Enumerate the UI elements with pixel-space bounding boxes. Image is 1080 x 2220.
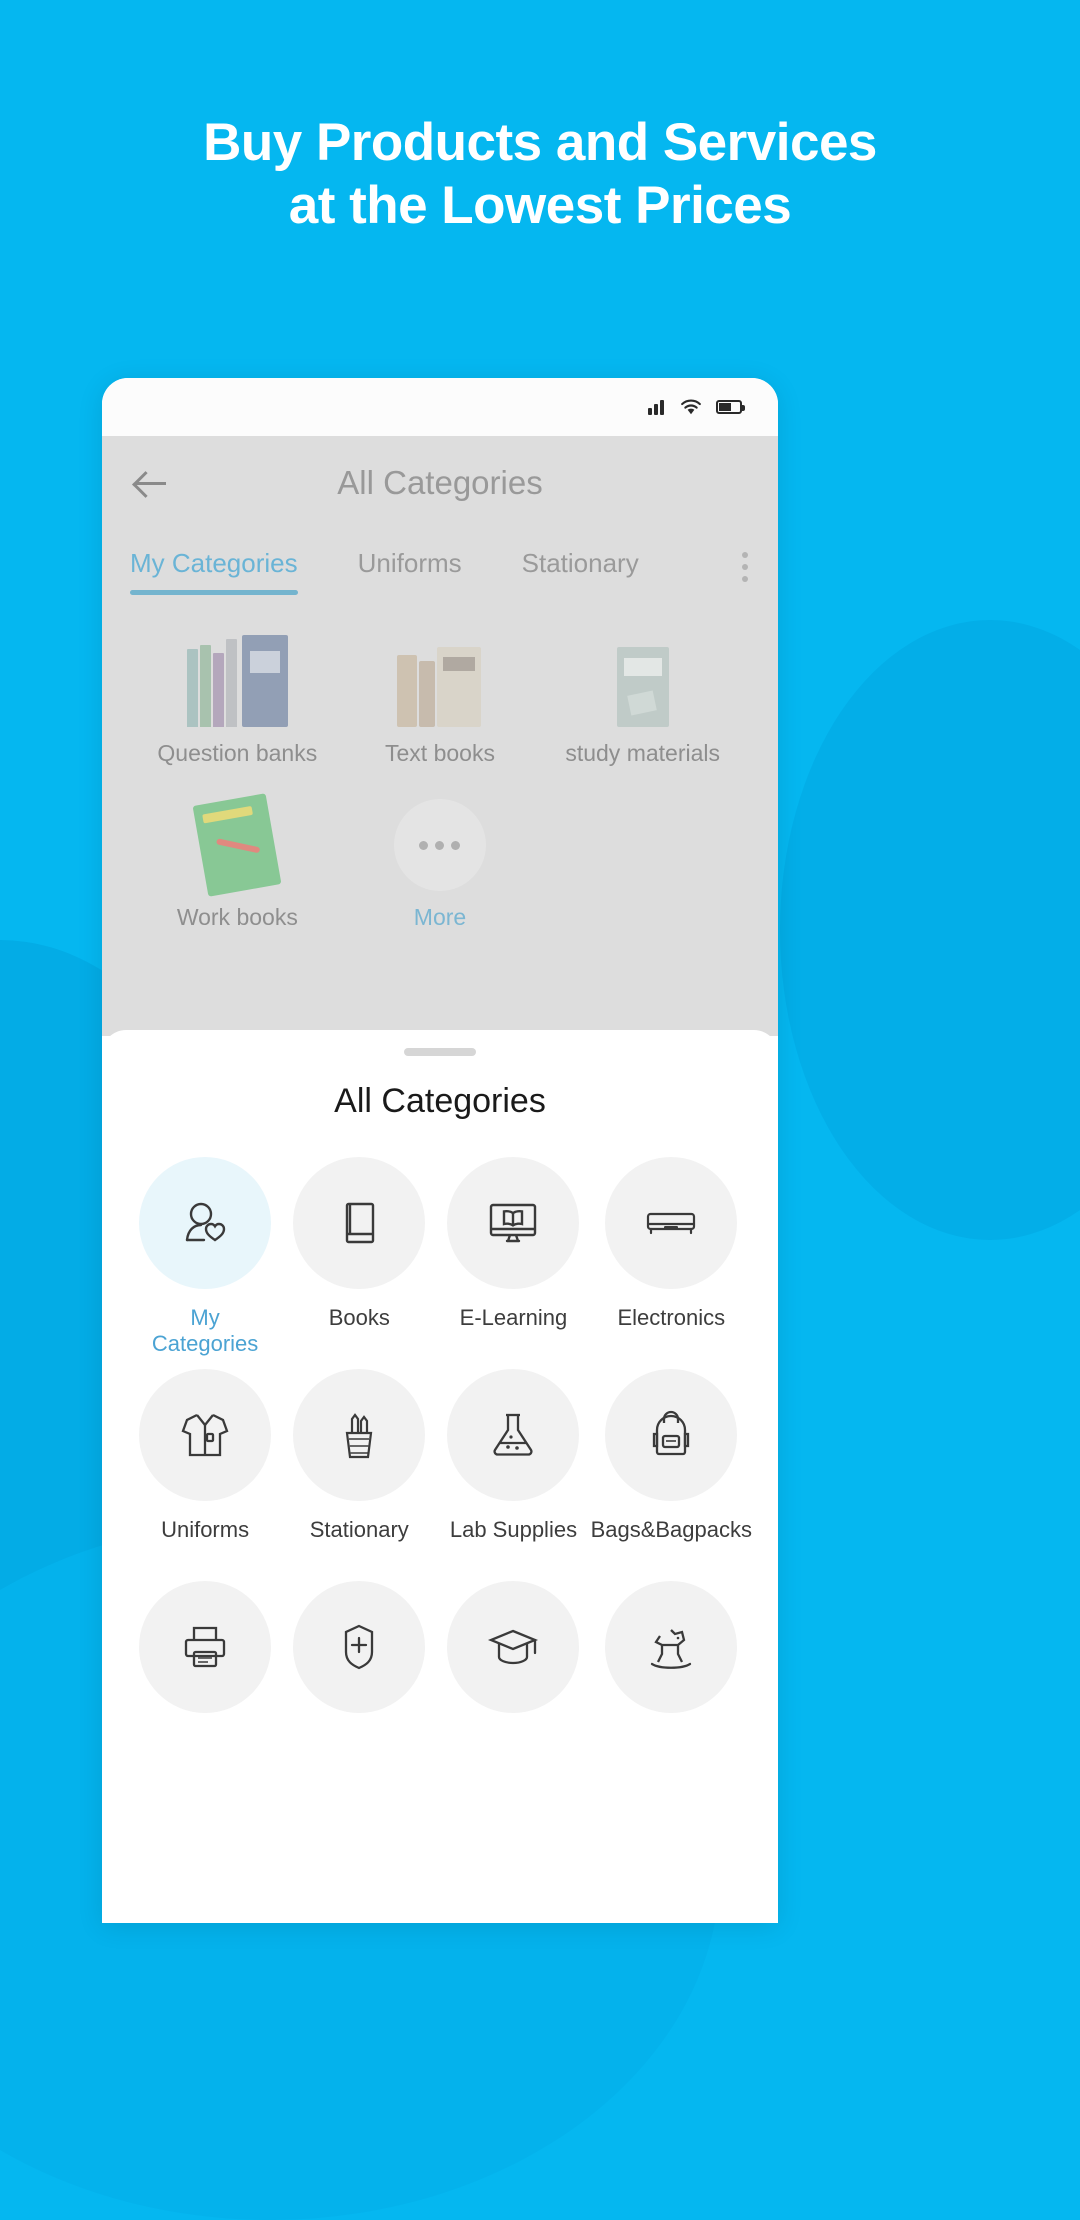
category-item-my-categories[interactable]: My Categories <box>128 1157 282 1363</box>
category-item-medical[interactable] <box>282 1581 436 1787</box>
promo-headline: Buy Products and Services at the Lowest … <box>0 112 1080 237</box>
category-item-e-learning[interactable]: E-Learning <box>436 1157 590 1363</box>
product-label: study materials <box>565 740 720 766</box>
category-label: Electronics <box>617 1305 726 1330</box>
shirt-icon <box>139 1369 272 1501</box>
dimmed-app-screen: All Categories My Categories Uniforms St… <box>102 436 778 1036</box>
category-item-bags-bagpacks[interactable]: Bags&Bagpacks <box>591 1369 752 1575</box>
category-grid: My Categories Books E-Learning Electroni… <box>128 1133 752 1787</box>
tab-uniforms[interactable]: Uniforms <box>358 548 462 595</box>
drag-handle[interactable] <box>404 1048 476 1056</box>
medical-bag-icon <box>293 1581 426 1713</box>
phone-mockup: All Categories My Categories Uniforms St… <box>102 378 778 1923</box>
book-icon <box>293 1157 426 1289</box>
battery-icon <box>716 400 745 414</box>
rocking-horse-icon <box>605 1581 738 1713</box>
product-cell-question-banks[interactable]: Question banks <box>136 609 339 767</box>
tab-label: Uniforms <box>357 548 462 578</box>
product-grid: Question banks Text books study material… <box>102 595 778 931</box>
category-item-books[interactable]: Books <box>282 1157 436 1363</box>
more-vertical-icon[interactable] <box>742 552 748 582</box>
product-label: Text books <box>385 740 495 766</box>
product-cell-more[interactable]: More <box>339 773 542 931</box>
backpack-icon <box>605 1369 738 1501</box>
tab-label: Stationary <box>521 548 639 578</box>
promo-headline-line1: Buy Products and Services <box>203 113 877 172</box>
product-cell-work-books[interactable]: Work books <box>136 773 339 931</box>
category-label: Bags&Bagpacks <box>590 1517 752 1542</box>
sheet-title: All Categories <box>334 1082 546 1120</box>
background-wave-right <box>780 620 1080 1240</box>
category-tabs: My Categories Uniforms Stationary <box>102 530 778 595</box>
product-cell-text-books[interactable]: Text books <box>339 609 542 767</box>
category-item-toys[interactable] <box>591 1581 752 1787</box>
pen-cup-icon <box>293 1369 426 1501</box>
air-conditioner-icon <box>605 1157 738 1289</box>
app-bar: All Categories <box>102 436 778 530</box>
category-item-uniforms[interactable]: Uniforms <box>128 1369 282 1575</box>
category-label: My Categories <box>152 1305 258 1363</box>
tab-stationary[interactable]: Stationary <box>522 548 639 595</box>
green-workbook-image <box>136 773 339 897</box>
wifi-icon <box>679 398 703 416</box>
flask-icon <box>447 1369 580 1501</box>
category-item-printing[interactable] <box>128 1581 282 1787</box>
app-bar-title: All Categories <box>337 464 543 501</box>
promo-headline-line2: at the Lowest Prices <box>288 175 792 235</box>
category-item-lab-supplies[interactable]: Lab Supplies <box>436 1369 590 1575</box>
tab-my-categories[interactable]: My Categories <box>130 548 298 595</box>
graduation-cap-icon <box>447 1581 580 1713</box>
study-material-book-image <box>541 609 744 727</box>
signal-bars-icon <box>648 399 666 415</box>
category-label: E-Learning <box>459 1305 568 1330</box>
printer-icon <box>139 1581 272 1713</box>
person-heart-icon <box>139 1157 272 1289</box>
category-label: Books <box>328 1305 390 1330</box>
category-label: Stationary <box>309 1517 409 1542</box>
tab-label: My Categories <box>130 548 298 578</box>
category-label-line2: Categories <box>151 1331 259 1357</box>
monitor-book-icon <box>447 1157 580 1289</box>
product-label: More <box>413 904 467 931</box>
product-label: Work books <box>176 904 298 931</box>
product-label: Question banks <box>157 740 318 766</box>
all-categories-bottom-sheet: All Categories My Categories Books E-Lea… <box>102 1030 778 1923</box>
category-item-electronics[interactable]: Electronics <box>591 1157 752 1363</box>
stack-of-books-image <box>136 609 339 727</box>
category-label: Uniforms <box>161 1517 250 1542</box>
category-label: Lab Supplies <box>449 1517 578 1542</box>
more-dots-icon <box>339 773 542 892</box>
old-textbooks-image <box>339 609 542 727</box>
product-cell-study-materials[interactable]: study materials <box>541 609 744 767</box>
category-item-stationary[interactable]: Stationary <box>282 1369 436 1575</box>
category-item-education[interactable] <box>436 1581 590 1787</box>
status-bar <box>102 378 778 436</box>
category-label-line1: My <box>190 1305 220 1330</box>
